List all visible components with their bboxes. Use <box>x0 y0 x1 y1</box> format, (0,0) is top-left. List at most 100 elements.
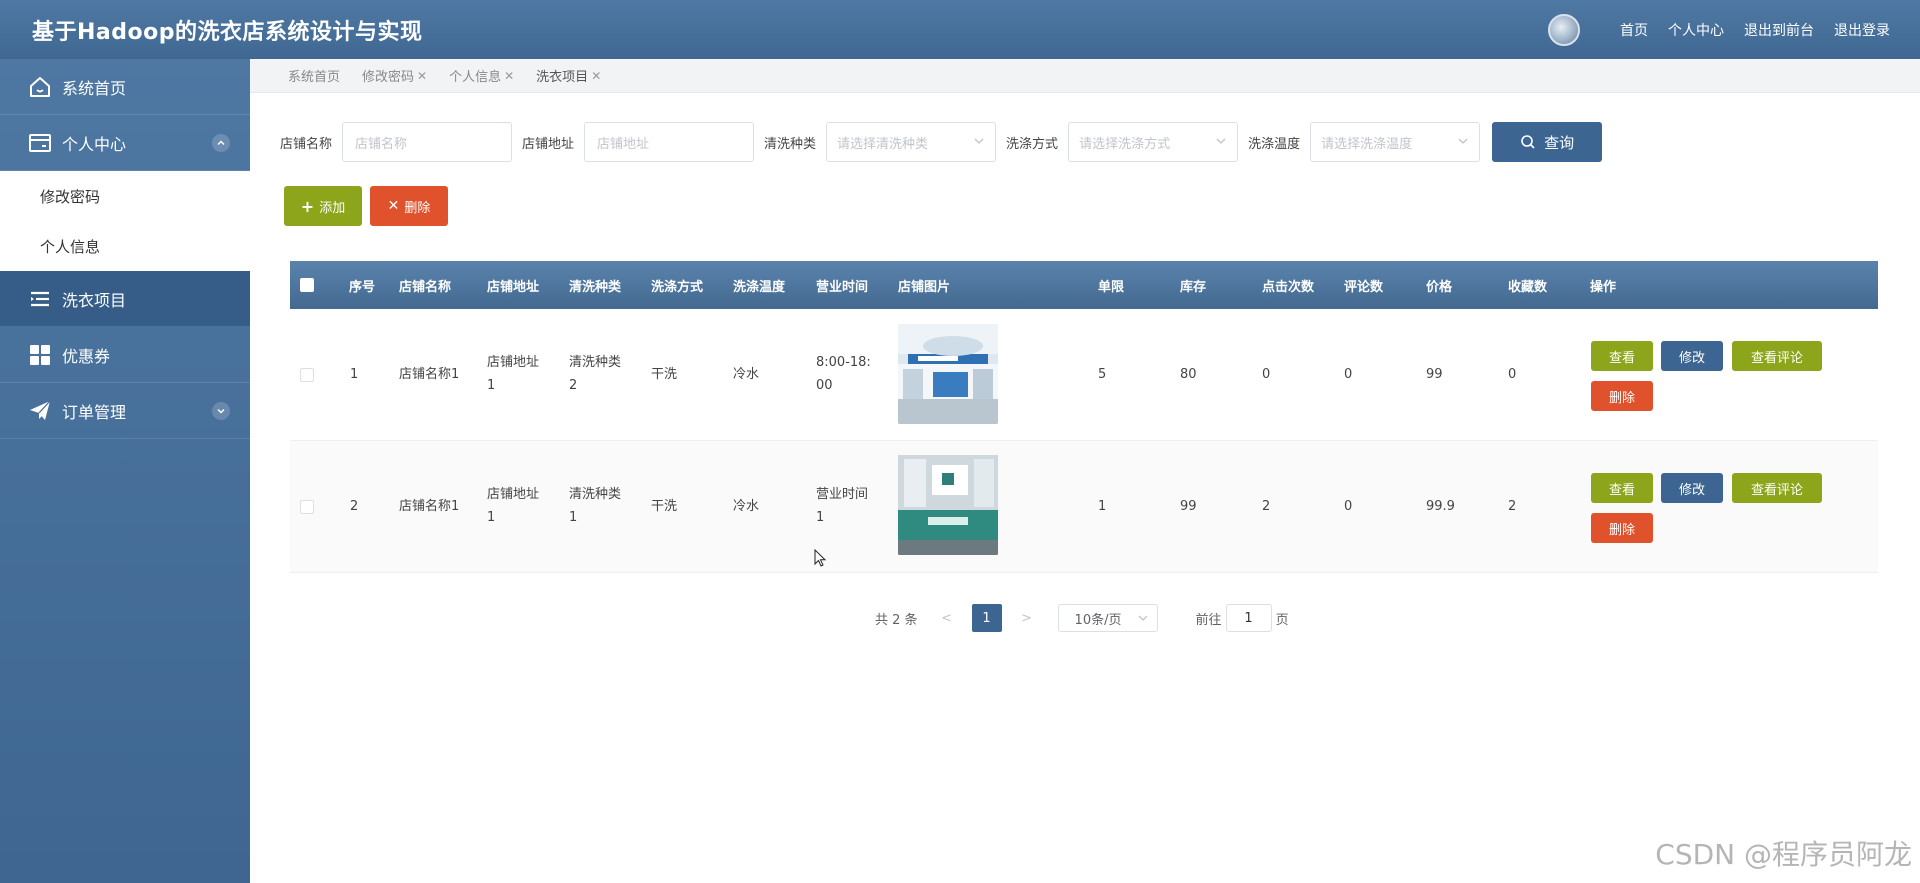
sidebar-item-personal-info[interactable]: 个人信息 <box>0 221 250 271</box>
col-stock: 库存 <box>1180 279 1207 295</box>
view-comments-button[interactable]: 查看评论 <box>1732 473 1822 503</box>
select-all-checkbox[interactable] <box>300 278 314 292</box>
page-suffix: 页 <box>1275 612 1289 628</box>
row-checkbox[interactable] <box>300 500 314 514</box>
cell-shop-name: 店铺名称1 <box>399 367 460 382</box>
sidebar-item-coupons[interactable]: 优惠券 <box>0 327 250 383</box>
cell-hours-2: 1 <box>816 510 825 525</box>
clean-type-placeholder: 请选择清洗种类 <box>837 136 929 152</box>
sidebar-item-label: 个人中心 <box>62 134 127 154</box>
sidebar-item-profile[interactable]: 个人中心 <box>0 115 250 171</box>
clean-type-select[interactable]: 请选择清洗种类 <box>826 122 997 162</box>
page-size-select[interactable]: 10条/页 <box>1057 604 1158 632</box>
close-icon[interactable]: ✕ <box>504 69 514 83</box>
cell-comments: 0 <box>1344 499 1353 514</box>
delete-button[interactable]: 删除 <box>1591 513 1653 543</box>
cell-favorites: 2 <box>1508 499 1517 514</box>
query-button[interactable]: 查询 <box>1492 122 1603 162</box>
cell-price: 99 <box>1426 367 1443 382</box>
search-icon <box>1520 134 1536 150</box>
sidebar-item-label: 订单管理 <box>62 402 127 422</box>
edit-button[interactable]: 修改 <box>1661 473 1723 503</box>
home-icon <box>28 75 52 99</box>
cell-clicks: 2 <box>1262 499 1271 514</box>
cell-clean-type-2: 2 <box>569 378 578 393</box>
paper-plane-icon <box>28 399 52 423</box>
card-icon <box>28 131 52 155</box>
chevron-down-icon <box>1215 135 1227 151</box>
profile-submenu: 修改密码 个人信息 <box>0 171 250 271</box>
cell-clean-type: 清洗种类 <box>569 487 622 502</box>
goto-page-input[interactable]: 1 <box>1225 604 1272 632</box>
view-button[interactable]: 查看 <box>1591 341 1653 371</box>
tab-label: 个人信息 <box>449 70 502 85</box>
shop-image[interactable] <box>898 455 998 555</box>
close-icon[interactable]: ✕ <box>591 69 601 83</box>
col-shop-addr: 店铺地址 <box>487 279 540 295</box>
edit-button[interactable]: 修改 <box>1661 341 1723 371</box>
col-wash-temp: 洗涤温度 <box>733 279 786 295</box>
shop-name-input[interactable]: 店铺名称 <box>342 122 513 162</box>
action-bar: + 添加 ✕ 删除 <box>284 186 448 226</box>
chevron-down-icon[interactable] <box>212 402 230 420</box>
shop-image[interactable] <box>898 324 998 424</box>
cell-wash-method: 干洗 <box>651 499 678 514</box>
tab-change-password[interactable]: 修改密码 ✕ <box>362 66 427 86</box>
sidebar-item-home[interactable]: 系统首页 <box>0 59 250 115</box>
top-header: 基于Hadoop的洗衣店系统设计与实现 首页 个人中心 退出到前台 退出登录 <box>0 0 1920 59</box>
add-button[interactable]: + 添加 <box>284 186 362 226</box>
col-actions: 操作 <box>1590 279 1617 295</box>
cell-limit: 1 <box>1098 499 1107 514</box>
cell-clean-type-2: 1 <box>569 510 578 525</box>
row-checkbox[interactable] <box>300 368 314 382</box>
delete-button[interactable]: 删除 <box>1591 381 1653 411</box>
wash-method-select[interactable]: 请选择洗涤方式 <box>1068 122 1239 162</box>
nav-profile-link[interactable]: 个人中心 <box>1668 20 1724 40</box>
nav-home-link[interactable]: 首页 <box>1620 20 1648 40</box>
table-header: 序号 店铺名称 店铺地址 清洗种类 洗涤方式 洗涤温度 营业时间 店铺图片 单限… <box>290 261 1878 309</box>
clean-type-label: 清洗种类 <box>764 136 817 152</box>
col-limit: 单限 <box>1098 279 1125 295</box>
cell-price: 99.9 <box>1426 499 1455 514</box>
tab-label: 修改密码 <box>362 70 415 85</box>
avatar[interactable] <box>1548 13 1580 46</box>
sidebar-item-label: 洗衣项目 <box>62 290 127 310</box>
table-row: 2 店铺名称1 店铺地址 1 清洗种类 1 干洗 冷水 营业时间 1 1 99 … <box>290 441 1878 573</box>
next-page-button[interactable]: > <box>1012 611 1042 626</box>
sidebar-item-laundry-projects[interactable]: 洗衣项目 <box>0 271 250 327</box>
prev-page-button[interactable]: < <box>932 611 962 626</box>
col-price: 价格 <box>1426 279 1453 295</box>
tab-laundry-projects[interactable]: 洗衣项目 ✕ <box>536 66 601 86</box>
sidebar-item-orders[interactable]: 订单管理 <box>0 383 250 439</box>
wash-method-label: 洗涤方式 <box>1006 136 1059 152</box>
shop-addr-label: 店铺地址 <box>522 136 575 152</box>
page-number-button[interactable]: 1 <box>971 604 1002 632</box>
nav-logout-link[interactable]: 退出登录 <box>1834 20 1890 40</box>
close-icon[interactable]: ✕ <box>417 69 427 83</box>
nav-front-link[interactable]: 退出到前台 <box>1744 20 1814 40</box>
close-icon: ✕ <box>387 198 400 214</box>
sidebar-item-label: 系统首页 <box>62 78 127 98</box>
chevron-up-icon[interactable] <box>212 134 230 152</box>
tab-bar: 系统首页 修改密码 ✕ 个人信息 ✕ 洗衣项目 ✕ <box>250 59 1920 93</box>
shop-addr-input[interactable]: 店铺地址 <box>584 122 755 162</box>
wash-temp-select[interactable]: 请选择洗涤温度 <box>1310 122 1481 162</box>
col-favorites: 收藏数 <box>1508 279 1548 295</box>
app-title: 基于Hadoop的洗衣店系统设计与实现 <box>32 20 423 45</box>
chevron-down-icon <box>1457 135 1469 151</box>
sidebar-item-label: 优惠券 <box>62 346 111 366</box>
tab-home[interactable]: 系统首页 <box>288 66 340 85</box>
top-nav: 首页 个人中心 退出到前台 退出登录 <box>1548 0 1890 59</box>
col-clean-type: 清洗种类 <box>569 279 622 295</box>
cell-stock: 99 <box>1180 499 1197 514</box>
col-hours: 营业时间 <box>816 279 869 295</box>
batch-delete-button[interactable]: ✕ 删除 <box>370 186 448 226</box>
view-button[interactable]: 查看 <box>1591 473 1653 503</box>
view-comments-button[interactable]: 查看评论 <box>1732 341 1822 371</box>
cell-stock: 80 <box>1180 367 1197 382</box>
sidebar-item-change-password[interactable]: 修改密码 <box>0 171 250 221</box>
col-wash-method: 洗涤方式 <box>651 279 704 295</box>
cell-index: 2 <box>350 499 359 514</box>
tab-personal-info[interactable]: 个人信息 ✕ <box>449 66 514 86</box>
laundry-table: 序号 店铺名称 店铺地址 清洗种类 洗涤方式 洗涤温度 营业时间 店铺图片 单限… <box>290 261 1878 573</box>
